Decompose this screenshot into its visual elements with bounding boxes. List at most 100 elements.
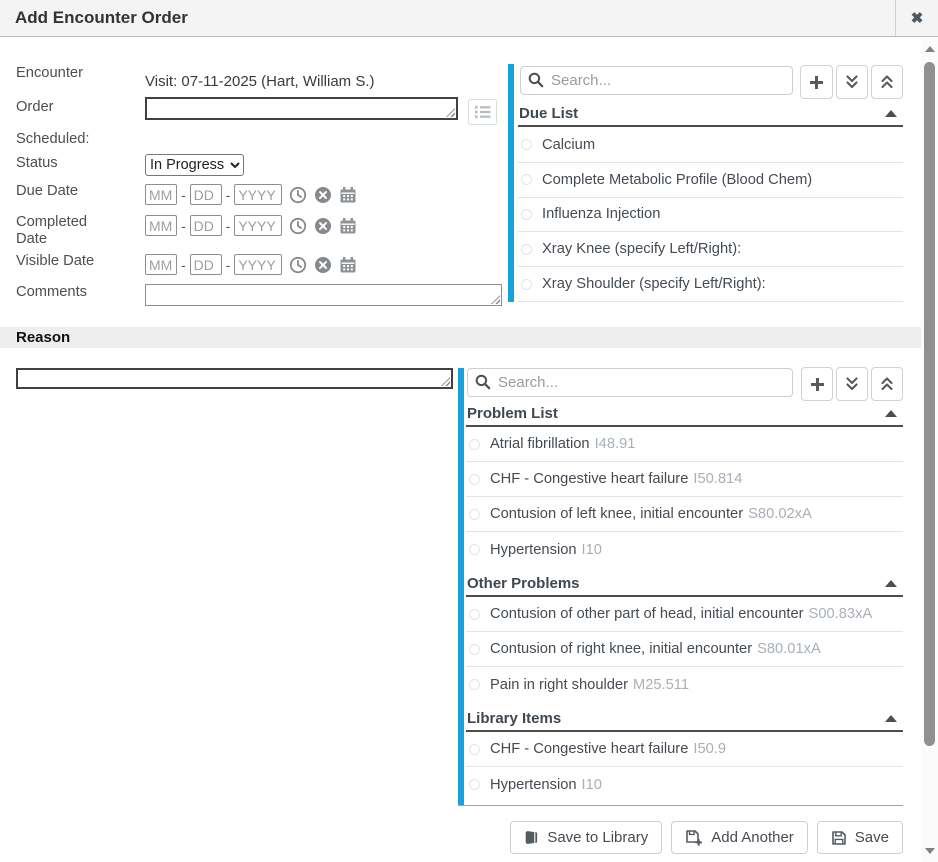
clock-icon[interactable] bbox=[289, 186, 307, 204]
close-icon: ✖ bbox=[911, 11, 924, 26]
order-label: Order bbox=[16, 99, 126, 116]
close-button[interactable]: ✖ bbox=[895, 0, 938, 36]
scroll-down-icon[interactable] bbox=[925, 848, 935, 854]
due-search bbox=[520, 66, 793, 95]
reason-add-button[interactable] bbox=[801, 367, 833, 401]
completed-date-label: Completed Date bbox=[16, 214, 94, 248]
save-label: Save bbox=[855, 829, 889, 846]
status-label: Status bbox=[16, 155, 126, 172]
item-circle-icon bbox=[469, 509, 480, 520]
scrollbar-thumb[interactable] bbox=[924, 62, 935, 746]
item-circle-icon bbox=[521, 279, 532, 290]
double-chevron-down-icon bbox=[844, 74, 860, 90]
item-code: I10 bbox=[582, 542, 602, 558]
search-icon bbox=[475, 374, 491, 395]
add-another-button[interactable]: Add Another bbox=[671, 821, 808, 854]
save-to-library-button[interactable]: Save to Library bbox=[510, 821, 662, 854]
due-list-item[interactable]: Xray Shoulder (specify Left/Right): bbox=[518, 267, 903, 302]
order-list-button[interactable] bbox=[468, 99, 497, 125]
clock-icon[interactable] bbox=[289, 256, 307, 274]
resize-handle-icon[interactable] bbox=[491, 295, 500, 304]
due-list-item[interactable]: Xray Knee (specify Left/Right): bbox=[518, 232, 903, 267]
problem-item[interactable]: CHF - Congestive heart failureI50.9 bbox=[466, 732, 903, 767]
problem-item[interactable]: CHF - Congestive heart failureI50.814 bbox=[466, 462, 903, 497]
reason-expand-all-button[interactable] bbox=[836, 367, 868, 401]
problem-item[interactable]: HypertensionI10 bbox=[466, 767, 903, 802]
reason-collapse-all-button[interactable] bbox=[871, 367, 903, 401]
item-label: HypertensionI10 bbox=[490, 542, 602, 558]
due-collapse-all-button[interactable] bbox=[871, 65, 903, 99]
completed-date-year-input[interactable] bbox=[234, 215, 282, 236]
visible-date-month-input[interactable] bbox=[145, 254, 177, 275]
due-list-item[interactable]: Complete Metabolic Profile (Blood Chem) bbox=[518, 163, 903, 198]
item-label: Contusion of other part of head, initial… bbox=[490, 606, 872, 622]
problem-item[interactable]: Contusion of right knee, initial encount… bbox=[466, 632, 903, 667]
section-header[interactable]: Other Problems bbox=[466, 573, 903, 597]
item-code: M25.511 bbox=[633, 677, 689, 693]
due-list-item[interactable]: Calcium bbox=[518, 128, 903, 163]
reason-search-input[interactable] bbox=[467, 368, 793, 397]
calendar-icon[interactable] bbox=[339, 186, 357, 204]
visible-date-year-input[interactable] bbox=[234, 254, 282, 275]
reason-header-label: Reason bbox=[0, 329, 70, 346]
visible-date-group: - - bbox=[145, 254, 357, 275]
due-search-input[interactable] bbox=[520, 66, 793, 95]
double-chevron-up-icon bbox=[879, 74, 895, 90]
clear-date-icon[interactable] bbox=[314, 186, 332, 204]
problem-item[interactable]: Contusion of left knee, initial encounte… bbox=[466, 497, 903, 532]
clear-date-icon[interactable] bbox=[314, 217, 332, 235]
due-list-item[interactable]: Influenza Injection bbox=[518, 198, 903, 233]
save-icon bbox=[831, 830, 847, 846]
section-items: CHF - Congestive heart failureI50.9Hyper… bbox=[466, 732, 903, 802]
problem-item[interactable]: HypertensionI10 bbox=[466, 532, 903, 567]
completed-date-month-input[interactable] bbox=[145, 215, 177, 236]
resize-handle-icon[interactable] bbox=[446, 108, 455, 117]
problem-item[interactable]: Contusion of other part of head, initial… bbox=[466, 597, 903, 632]
item-circle-icon bbox=[469, 474, 480, 485]
clear-date-icon[interactable] bbox=[314, 256, 332, 274]
vertical-scrollbar[interactable] bbox=[921, 38, 938, 862]
comments-label: Comments bbox=[16, 284, 126, 301]
comments-input[interactable] bbox=[145, 284, 502, 306]
due-date-day-input[interactable] bbox=[190, 184, 222, 205]
save-plus-icon bbox=[685, 829, 703, 847]
collapse-icon bbox=[885, 410, 897, 417]
section-header[interactable]: Problem List bbox=[466, 403, 903, 427]
item-label: Contusion of right knee, initial encount… bbox=[490, 641, 821, 657]
due-date-year-input[interactable] bbox=[234, 184, 282, 205]
save-button[interactable]: Save bbox=[817, 821, 903, 854]
item-code: I10 bbox=[582, 777, 602, 793]
dialog-title: Add Encounter Order bbox=[15, 8, 188, 28]
problem-item[interactable]: Atrial fibrillationI48.91 bbox=[466, 427, 903, 462]
status-select[interactable]: In Progress bbox=[145, 154, 244, 176]
item-label: Atrial fibrillationI48.91 bbox=[490, 436, 635, 452]
encounter-value: Visit: 07-11-2025 (Hart, William S.) bbox=[145, 73, 375, 90]
visible-date-day-input[interactable] bbox=[190, 254, 222, 275]
reason-section-header: Reason bbox=[0, 327, 921, 348]
due-date-month-input[interactable] bbox=[145, 184, 177, 205]
problem-section: Other Problems Contusion of other part of… bbox=[466, 573, 903, 702]
calendar-icon[interactable] bbox=[339, 256, 357, 274]
item-code: I50.9 bbox=[693, 741, 726, 757]
date-separator: - bbox=[226, 187, 231, 203]
section-header[interactable]: Library Items bbox=[466, 708, 903, 732]
reason-input[interactable] bbox=[16, 368, 453, 389]
date-separator: - bbox=[181, 257, 186, 273]
clock-icon[interactable] bbox=[289, 217, 307, 235]
scroll-up-icon[interactable] bbox=[925, 46, 935, 52]
due-list-title: Due List bbox=[519, 105, 578, 122]
footer-actions: Save to Library Add Another Save bbox=[510, 821, 903, 854]
due-expand-all-button[interactable] bbox=[836, 65, 868, 99]
list-icon bbox=[474, 105, 492, 119]
section-items: Atrial fibrillationI48.91 CHF - Congestiv… bbox=[466, 427, 903, 567]
due-add-button[interactable] bbox=[800, 65, 833, 99]
problem-item[interactable]: Pain in right shoulderM25.511 bbox=[466, 667, 903, 702]
order-input[interactable] bbox=[145, 97, 458, 120]
problem-section: Library ItemsCHF - Congestive heart fail… bbox=[466, 708, 903, 802]
resize-handle-icon[interactable] bbox=[441, 377, 450, 386]
due-list-section-header[interactable]: Due List bbox=[518, 103, 903, 127]
section-title: Problem List bbox=[467, 405, 558, 422]
calendar-icon[interactable] bbox=[339, 217, 357, 235]
completed-date-day-input[interactable] bbox=[190, 215, 222, 236]
date-separator: - bbox=[226, 257, 231, 273]
